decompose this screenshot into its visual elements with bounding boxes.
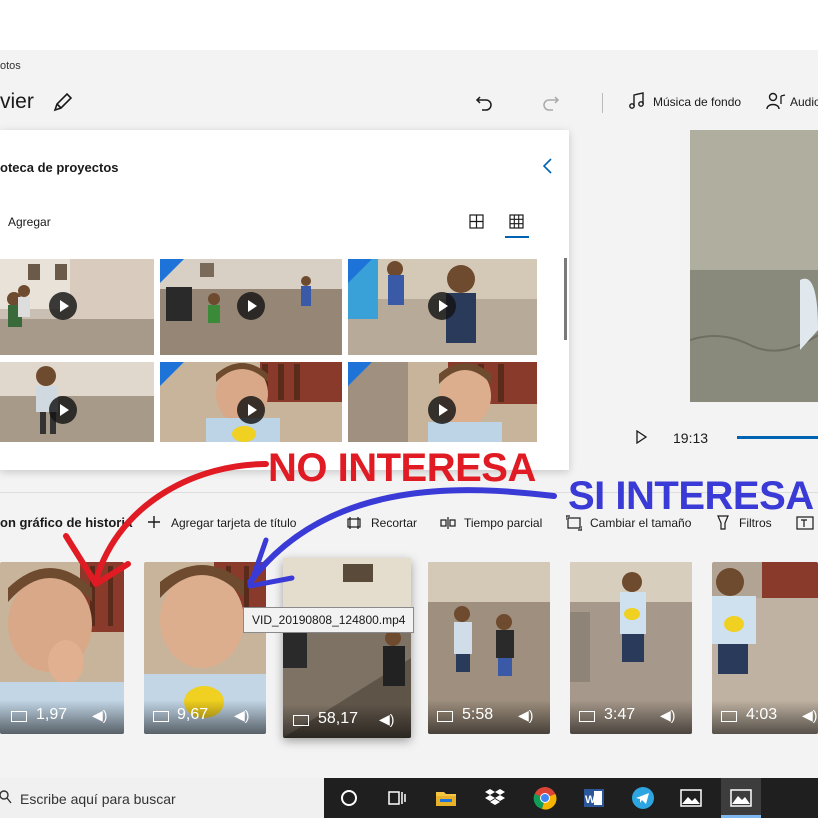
- clip-duration: 58,17: [318, 710, 359, 727]
- clip-duration: 4:03: [746, 706, 778, 723]
- small-grid-view-icon[interactable]: [509, 214, 524, 229]
- undo-icon[interactable]: [474, 92, 494, 112]
- active-view-indicator: [505, 236, 529, 238]
- play-icon[interactable]: [237, 292, 265, 320]
- project-library-title: oteca de proyectos: [0, 160, 119, 175]
- library-thumbnail[interactable]: [348, 259, 537, 355]
- volume-icon[interactable]: ◀): [518, 707, 533, 724]
- film-icon: [437, 711, 453, 722]
- in-use-marker: [160, 362, 184, 386]
- in-use-marker: [348, 362, 372, 386]
- redo-icon[interactable]: [541, 92, 561, 112]
- library-thumbnail[interactable]: [160, 259, 342, 355]
- film-icon: [721, 711, 737, 722]
- annotation-si-interesa: SI INTERESA: [568, 474, 814, 518]
- custom-audio-icon: [766, 92, 786, 110]
- video-preview[interactable]: [690, 130, 818, 402]
- volume-icon[interactable]: ◀): [234, 707, 249, 724]
- clip-duration: 3:47: [604, 706, 636, 723]
- film-icon: [153, 711, 169, 722]
- library-thumbnail[interactable]: [0, 362, 154, 442]
- in-use-marker: [160, 259, 184, 283]
- annotation-no-interesa: NO INTERESA: [268, 446, 536, 490]
- film-icon: [293, 715, 309, 726]
- volume-icon[interactable]: ◀): [802, 707, 817, 724]
- play-icon[interactable]: [237, 396, 265, 424]
- seek-bar[interactable]: [737, 436, 818, 439]
- library-thumbnail[interactable]: [0, 259, 154, 355]
- toolbar-separator: [602, 93, 603, 113]
- volume-icon[interactable]: ◀): [660, 707, 675, 724]
- cortana-icon[interactable]: [337, 786, 361, 810]
- library-scrollbar[interactable]: [564, 258, 567, 340]
- collapse-library-icon[interactable]: [541, 157, 555, 175]
- large-grid-view-icon[interactable]: [469, 214, 484, 229]
- app-title: otos: [0, 60, 21, 72]
- edit-name-icon[interactable]: [52, 91, 74, 113]
- film-icon: [11, 711, 27, 722]
- desktop-top-area: [0, 0, 818, 50]
- play-icon[interactable]: [49, 292, 77, 320]
- telegram-icon[interactable]: [631, 786, 655, 810]
- search-icon: [0, 790, 12, 804]
- music-note-icon: [628, 92, 646, 110]
- volume-icon[interactable]: ◀): [92, 707, 107, 724]
- background-music-button[interactable]: Música de fondo: [653, 95, 741, 109]
- clip-duration: 5:58: [462, 706, 494, 723]
- search-placeholder: Escribe aquí para buscar: [20, 791, 176, 807]
- custom-audio-button[interactable]: Audio: [790, 95, 818, 109]
- add-media-button[interactable]: Agregar: [8, 215, 51, 229]
- svg-text:W: W: [585, 794, 596, 806]
- clip-duration: 9,67: [177, 706, 209, 723]
- in-use-marker: [348, 259, 372, 283]
- volume-icon[interactable]: ◀): [379, 711, 394, 728]
- project-name: vier: [0, 90, 34, 113]
- film-icon: [579, 711, 595, 722]
- photos-icon[interactable]: [679, 786, 703, 810]
- photos-active-icon[interactable]: [729, 786, 753, 810]
- library-thumbnail[interactable]: [160, 362, 342, 442]
- play-icon[interactable]: [428, 396, 456, 424]
- clip-duration: 1,97: [36, 706, 68, 723]
- library-thumbnail[interactable]: [348, 362, 537, 442]
- play-icon[interactable]: [428, 292, 456, 320]
- chrome-icon[interactable]: [533, 786, 557, 810]
- dropbox-icon[interactable]: [483, 786, 507, 810]
- word-icon[interactable]: W: [582, 786, 606, 810]
- file-explorer-icon[interactable]: [434, 786, 458, 810]
- play-icon[interactable]: [49, 396, 77, 424]
- task-view-icon[interactable]: [384, 786, 408, 810]
